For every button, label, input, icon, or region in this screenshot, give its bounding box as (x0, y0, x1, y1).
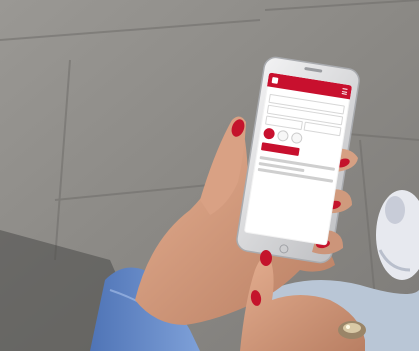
search-button[interactable] (260, 142, 300, 157)
option-choice-1[interactable] (262, 127, 276, 140)
option-choice-3[interactable] (290, 131, 304, 145)
menu-icon[interactable] (341, 88, 348, 95)
photo-background (0, 0, 419, 351)
option-choice-2[interactable] (276, 129, 290, 143)
photo-scene (0, 0, 419, 351)
link-list (257, 156, 336, 183)
ring (338, 321, 366, 339)
app-logo-icon (271, 77, 279, 84)
index-nail (260, 250, 272, 266)
app-content (253, 86, 350, 190)
